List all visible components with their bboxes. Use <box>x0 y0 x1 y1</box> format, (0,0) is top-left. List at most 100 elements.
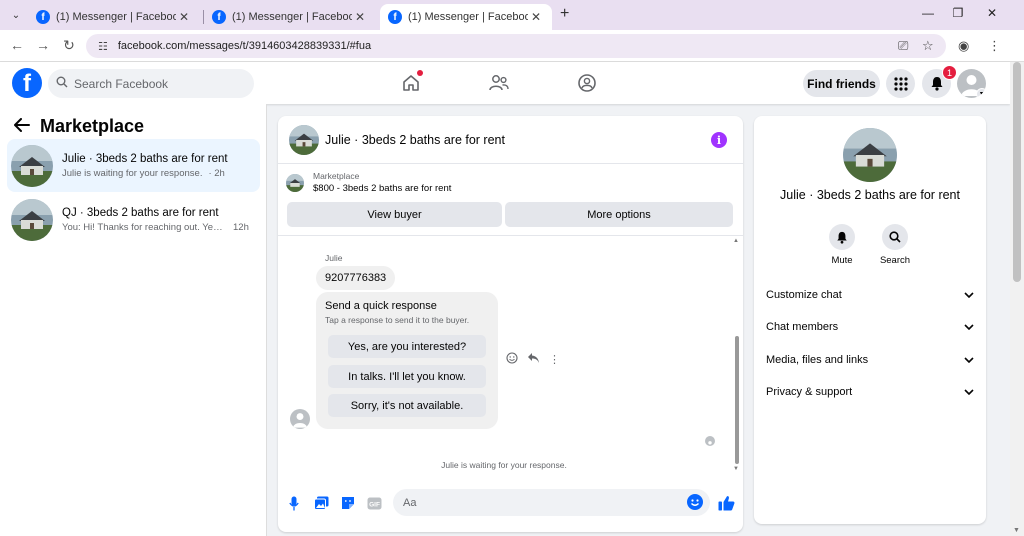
sender-avatar[interactable] <box>290 409 310 429</box>
customize-chat-section[interactable]: Customize chat <box>766 285 974 305</box>
browser-tab-3[interactable]: f (1) Messenger | Facebook ✕ <box>380 4 552 30</box>
chat-panel: Julie · 3beds 2 baths are for rent i Mar… <box>278 116 743 532</box>
chat-header: Julie · 3beds 2 baths are for rent i <box>278 116 743 164</box>
chevron-down-icon <box>964 322 974 332</box>
privacy-support-section[interactable]: Privacy & support <box>766 382 974 402</box>
message-composer: GIF Aa <box>278 488 743 518</box>
url-text: facebook.com/messages/t/3914603428839331… <box>117 40 372 52</box>
chat-thumbnail[interactable] <box>289 124 319 155</box>
quick-reply-yes-button[interactable]: Yes, are you interested? <box>328 335 486 358</box>
scroll-down-icon[interactable]: ▼ <box>1013 527 1020 534</box>
sticker-icon[interactable] <box>339 494 357 512</box>
back-arrow-icon[interactable]: ← <box>8 37 26 53</box>
view-buyer-button[interactable]: View buyer <box>287 202 502 227</box>
tab-title: (1) Messenger | Facebook <box>56 11 176 23</box>
quick-reply-in-talks-button[interactable]: In talks. I'll let you know. <box>328 365 486 388</box>
section-label: Chat members <box>766 321 839 333</box>
like-thumb-icon[interactable] <box>717 494 735 512</box>
media-files-links-section[interactable]: Media, files and links <box>766 350 974 370</box>
scroll-up-icon[interactable]: ▲ <box>733 238 739 244</box>
chevron-down-icon <box>964 387 974 397</box>
microphone-icon[interactable] <box>285 494 303 512</box>
groups-icon[interactable] <box>576 72 598 94</box>
minimize-icon[interactable]: — <box>918 6 938 20</box>
conversation-item[interactable]: Julie · 3beds 2 baths are for rent Julie… <box>7 139 260 192</box>
tab-search-icon[interactable]: ⌄ <box>6 5 26 25</box>
quick-response-card: Send a quick response Tap a response to … <box>316 292 498 429</box>
mute-button[interactable]: Mute <box>817 224 867 266</box>
home-icon[interactable] <box>400 70 423 94</box>
section-label: Customize chat <box>766 289 842 301</box>
info-icon[interactable]: i <box>711 132 727 148</box>
emoji-icon[interactable] <box>687 494 703 510</box>
sidebar-title: Marketplace <box>40 116 145 136</box>
close-tab-icon[interactable]: ✕ <box>352 10 368 24</box>
account-avatar[interactable]: ▼ <box>957 69 986 98</box>
more-options-button[interactable]: More options <box>505 202 733 227</box>
notifications-button[interactable]: 1 <box>922 65 957 98</box>
listing-thumbnail <box>11 198 53 241</box>
scrollbar-thumb[interactable] <box>735 336 739 464</box>
photo-icon[interactable] <box>312 494 330 512</box>
find-friends-button[interactable]: Find friends <box>803 70 880 97</box>
bookmark-star-icon[interactable]: ☆ <box>922 38 934 54</box>
friends-icon[interactable] <box>488 72 510 94</box>
close-tab-icon[interactable]: ✕ <box>176 10 192 24</box>
conversation-time: 12h <box>233 221 249 233</box>
profile-icon[interactable]: ◉ <box>958 38 969 54</box>
facebook-logo-icon[interactable]: f <box>12 68 42 98</box>
page-scrollbar[interactable]: ▼ <box>1010 62 1024 536</box>
reload-icon[interactable]: ↻ <box>60 37 78 54</box>
divider <box>278 235 743 236</box>
chevron-down-icon: ▼ <box>976 88 986 98</box>
conversation-preview: You: Hi! Thanks for reaching out. Yes, i… <box>62 221 227 233</box>
sidebar-header: Marketplace <box>14 116 144 137</box>
message-placeholder: Aa <box>403 496 417 509</box>
react-emoji-icon[interactable] <box>506 352 518 367</box>
browser-tab-2[interactable]: f (1) Messenger | Facebook ✕ <box>204 4 376 30</box>
facebook-search-input[interactable]: Search Facebook <box>48 69 254 98</box>
browser-tab-1[interactable]: f (1) Messenger | Facebook ✕ <box>28 4 200 30</box>
more-actions-icon[interactable]: ⋮ <box>549 353 560 366</box>
quick-response-title: Send a quick response <box>325 300 437 312</box>
marketplace-label: Marketplace <box>313 171 360 181</box>
quick-reply-not-available-button[interactable]: Sorry, it's not available. <box>328 394 486 417</box>
message-input[interactable]: Aa <box>393 489 710 516</box>
browser-tab-bar: ⌄ f (1) Messenger | Facebook ✕ f (1) Mes… <box>0 0 1024 30</box>
search-placeholder: Search Facebook <box>74 76 169 91</box>
listing-thumbnail <box>11 144 53 187</box>
window-close-icon[interactable]: ✕ <box>982 6 1002 20</box>
reply-icon[interactable] <box>527 352 540 367</box>
gif-icon[interactable]: GIF <box>365 494 383 512</box>
bell-icon <box>829 224 855 250</box>
waiting-status: Julie is waiting for your response. <box>441 460 567 470</box>
new-tab-icon[interactable]: + <box>560 5 569 23</box>
conversation-item[interactable]: QJ · 3beds 2 baths are for rent You: Hi!… <box>7 193 260 246</box>
close-tab-icon[interactable]: ✕ <box>528 10 544 24</box>
facebook-favicon-icon: f <box>212 10 226 24</box>
mute-label: Mute <box>831 255 853 266</box>
scroll-down-icon[interactable]: ▼ <box>733 466 739 472</box>
conversation-preview: Julie is waiting for your response. <box>62 167 203 179</box>
restore-icon[interactable]: ❐ <box>948 6 968 20</box>
listing-photo[interactable] <box>843 128 897 182</box>
chat-members-section[interactable]: Chat members <box>766 317 974 337</box>
back-arrow-icon[interactable] <box>14 117 30 137</box>
chat-scrollbar[interactable]: ▲ ▼ <box>733 236 741 474</box>
chat-title[interactable]: Julie · 3beds 2 baths are for rent <box>325 133 505 147</box>
message-bubble[interactable]: 9207776383 <box>316 266 396 290</box>
home-notification-dot <box>417 70 423 76</box>
page-scrollbar-thumb[interactable] <box>1013 62 1021 282</box>
forward-arrow-icon[interactable]: → <box>34 37 52 53</box>
facebook-favicon-icon: f <box>36 10 50 24</box>
browser-menu-icon[interactable]: ⋮ <box>988 38 1001 54</box>
message-actions: ⋮ <box>506 352 560 367</box>
notification-badge: 1 <box>942 65 957 80</box>
menu-grid-button[interactable] <box>886 69 915 98</box>
site-settings-icon[interactable]: ☷ <box>98 40 108 53</box>
install-app-icon[interactable]: ⎚ <box>898 38 908 54</box>
url-field[interactable]: ☷ facebook.com/messages/t/39146034288393… <box>86 34 946 58</box>
conversation-sidebar: Marketplace Julie · 3beds 2 baths are fo… <box>0 104 267 536</box>
search-in-conversation-button[interactable]: Search <box>870 224 920 266</box>
marketplace-listing[interactable]: Marketplace $800 - 3beds 2 baths are for… <box>286 171 451 194</box>
